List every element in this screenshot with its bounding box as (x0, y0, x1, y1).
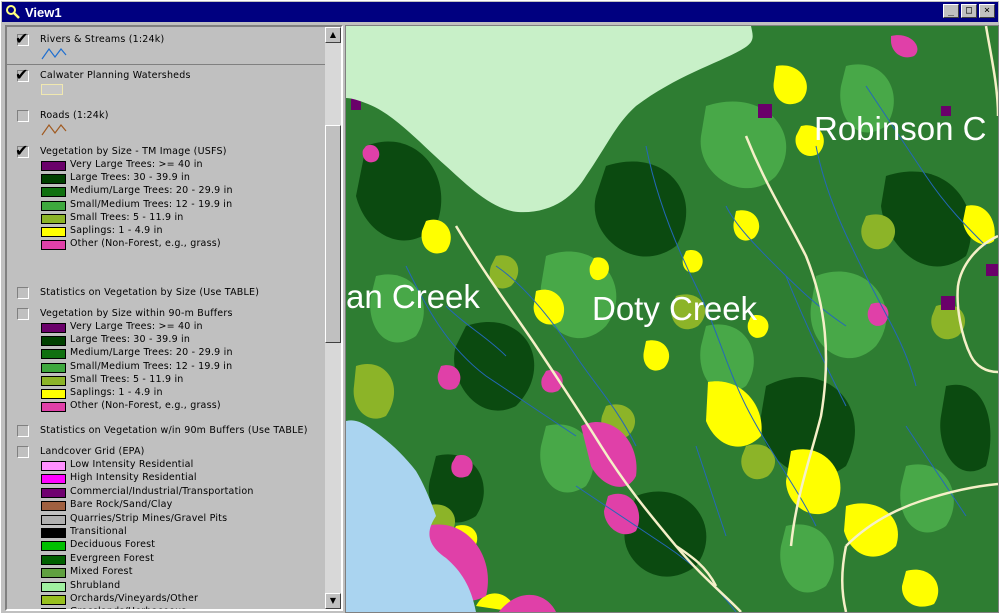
landcover-class-label: Deciduous Forest (70, 539, 156, 551)
landcover-class-label: Commercial/Industrial/Transportation (70, 485, 254, 497)
veg-size-class-label: Medium/Large Trees: 20 - 29.9 in (70, 185, 233, 197)
veg-size-class-swatch[interactable] (41, 240, 66, 251)
landcover-class-swatch[interactable] (41, 541, 66, 552)
landcover-class-label: Low Intensity Residential (70, 459, 194, 470)
view-icon (6, 5, 20, 19)
veg-buffer-class-swatch[interactable] (41, 349, 66, 360)
vegetation-map[interactable]: Robinson C Doty Creek an Creek (346, 26, 998, 612)
landcover-class-label: Mixed Forest (70, 566, 133, 578)
calwater-check-icon: ✔ (15, 65, 29, 84)
toc-scrollbar[interactable]: ▲ ▼ (325, 27, 341, 609)
close-button[interactable]: × (979, 4, 995, 18)
landcover-class-label: Evergreen Forest (70, 552, 155, 564)
veg-buffer-class-swatch[interactable] (41, 336, 66, 347)
map-label-robinson: Robinson C (814, 110, 986, 147)
landcover-class-swatch[interactable] (41, 608, 66, 609)
stats-buffers-layer-name: Statistics on Vegetation w/in 90m Buffer… (40, 425, 308, 436)
veg-buffer-class-swatch[interactable] (41, 323, 66, 333)
veg-size-layer-name: Vegetation by Size - TM Image (USFS) (40, 146, 227, 157)
polygon-outline-icon (41, 84, 63, 95)
stats-size-checkbox[interactable] (17, 287, 29, 299)
scroll-down-icon[interactable]: ▼ (325, 593, 341, 609)
landcover-class-swatch[interactable] (41, 528, 66, 538)
veg-size-class-swatch[interactable] (41, 213, 66, 224)
stats-size-layer-name: Statistics on Vegetation by Size (Use TA… (40, 287, 260, 298)
landcover-class-swatch[interactable] (41, 501, 66, 512)
veg-size-class-swatch[interactable] (41, 187, 66, 198)
window-title: View1 (25, 4, 62, 20)
map-display[interactable]: Robinson C Doty Creek an Creek (345, 25, 999, 613)
landcover-class-label: Orchards/Vineyards/Other (70, 593, 199, 604)
landcover-class-swatch[interactable] (41, 581, 66, 592)
map-label-doty: Doty Creek (592, 290, 758, 327)
veg-buffer-class-swatch[interactable] (41, 389, 66, 399)
veg-buffer-class-label: Very Large Trees: >= 40 in (70, 321, 203, 332)
landcover-class-label: Transitional (70, 526, 127, 537)
landcover-class-label: High Intensity Residential (70, 472, 197, 484)
landcover-class-swatch[interactable] (41, 595, 66, 605)
veg-size-class-label: Other (Non-Forest, e.g., grass) (70, 238, 221, 250)
veg-buffer-class-label: Saplings: 1 - 4.9 in (70, 387, 163, 398)
roads-layer-name: Roads (1:24k) (40, 110, 109, 121)
road-line-icon (41, 123, 67, 136)
roads-checkbox[interactable] (17, 110, 29, 122)
veg-buffer-class-swatch[interactable] (41, 362, 66, 373)
rivers-layer-name: Rivers & Streams (1:24k) (40, 34, 165, 45)
landcover-class-label: Grasslands/Herbaceous (70, 606, 186, 609)
landcover-class-swatch[interactable] (41, 514, 66, 525)
scroll-up-icon[interactable]: ▲ (325, 27, 341, 43)
veg-buffer-class-swatch[interactable] (41, 375, 66, 386)
scroll-thumb[interactable] (325, 125, 341, 343)
veg-buffers-checkbox[interactable] (17, 308, 29, 320)
calwater-layer-name: Calwater Planning Watersheds (40, 70, 191, 81)
maximize-button[interactable]: □ (961, 4, 977, 18)
veg-buffer-class-label: Large Trees: 30 - 39.9 in (70, 334, 191, 346)
table-of-contents[interactable]: ✔ Rivers & Streams (1:24k) ✔ Calwater Pl… (5, 25, 343, 611)
stream-line-icon (41, 47, 67, 60)
veg-buffer-class-label: Other (Non-Forest, e.g., grass) (70, 400, 221, 412)
veg-size-class-swatch[interactable] (41, 161, 66, 171)
landcover-class-label: Shrubland (70, 579, 121, 591)
landcover-checkbox[interactable] (17, 446, 29, 458)
veg-size-class-swatch[interactable] (41, 200, 66, 211)
veg-buffer-class-swatch[interactable] (41, 402, 66, 413)
veg-buffer-class-label: Medium/Large Trees: 20 - 29.9 in (70, 347, 233, 359)
veg-size-class-label: Saplings: 1 - 4.9 in (70, 225, 163, 236)
veg-size-class-swatch[interactable] (41, 174, 66, 185)
minimize-button[interactable]: _ (943, 4, 959, 18)
layer-divider (7, 64, 325, 65)
veg-size-check-icon: ✔ (15, 141, 29, 160)
landcover-layer-name: Landcover Grid (EPA) (40, 446, 145, 457)
landcover-class-label: Bare Rock/Sand/Clay (70, 499, 173, 511)
veg-buffer-class-label: Small Trees: 5 - 11.9 in (70, 373, 184, 385)
veg-buffer-class-label: Small/Medium Trees: 12 - 19.9 in (70, 360, 233, 372)
landcover-class-swatch[interactable] (41, 568, 66, 579)
veg-size-class-label: Small/Medium Trees: 12 - 19.9 in (70, 198, 233, 210)
stats-buffers-checkbox[interactable] (17, 425, 29, 437)
veg-size-class-swatch[interactable] (41, 227, 66, 237)
veg-size-class-label: Very Large Trees: >= 40 in (70, 159, 203, 170)
veg-size-class-label: Small Trees: 5 - 11.9 in (70, 211, 184, 223)
map-label-west-creek: an Creek (346, 278, 480, 315)
view-window: View1 _ □ × ✔ Rivers & Streams (1:24k) ✔ (0, 0, 1000, 614)
landcover-class-swatch[interactable] (41, 461, 66, 471)
veg-buffers-layer-name: Vegetation by Size within 90-m Buffers (40, 308, 233, 319)
title-bar[interactable]: View1 _ □ × (2, 2, 998, 22)
landcover-class-swatch[interactable] (41, 474, 66, 485)
landcover-class-swatch[interactable] (41, 554, 66, 565)
landcover-class-swatch[interactable] (41, 487, 66, 498)
veg-size-class-label: Large Trees: 30 - 39.9 in (70, 172, 191, 184)
landcover-class-label: Quarries/Strip Mines/Gravel Pits (70, 512, 228, 524)
rivers-check-icon: ✔ (15, 29, 29, 48)
